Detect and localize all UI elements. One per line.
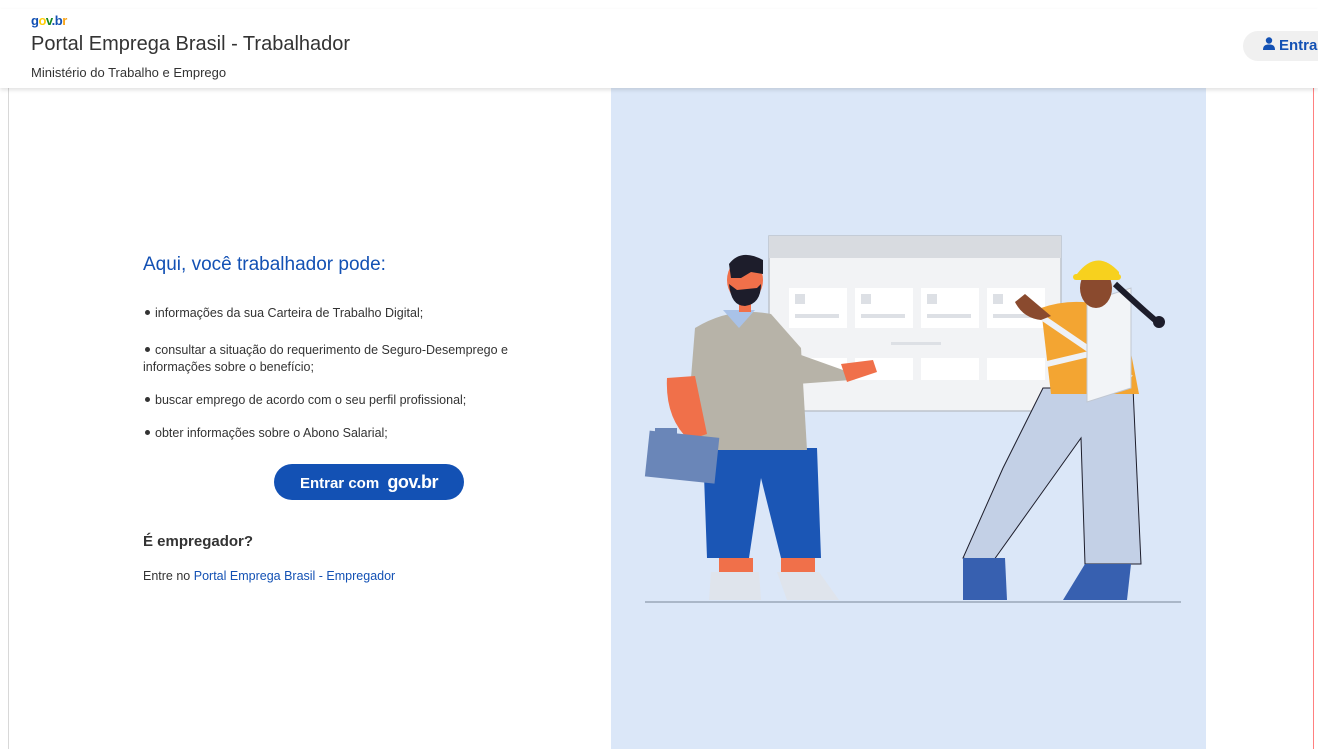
page-title: Portal Emprega Brasil - Trabalhador: [31, 33, 351, 55]
govbr-logo[interactable]: gov.br: [31, 13, 67, 28]
employer-portal-link[interactable]: Portal Emprega Brasil - Empregador: [194, 569, 395, 583]
list-item: obter informações sobre o Abono Salarial…: [143, 426, 563, 440]
right-edge: [1313, 9, 1314, 749]
bullet-icon: [145, 430, 150, 436]
login-label: Entra: [1279, 37, 1318, 54]
bullet-icon: [145, 310, 150, 316]
user-icon: [1263, 31, 1275, 61]
left-divider: [8, 88, 9, 749]
section-heading: Aqui, você trabalhador pode:: [143, 254, 386, 275]
ministry-subtitle: Ministério do Trabalho e Emprego: [31, 65, 227, 80]
govbr-brand: gov.br: [387, 472, 439, 492]
enter-govbr-button[interactable]: Entrar com gov.br: [274, 464, 464, 500]
bullet-icon: [145, 397, 150, 403]
list-item: consultar a situação do requerimento de …: [143, 343, 508, 374]
list-item: buscar emprego de acordo com o seu perfi…: [143, 393, 563, 407]
employer-line: Entre no Portal Emprega Brasil - Emprega…: [143, 569, 396, 583]
bullet-icon: [145, 347, 150, 353]
site-header: gov.br Portal Emprega Brasil - Trabalhad…: [0, 9, 1318, 88]
list-item: informações da sua Carteira de Trabalho …: [143, 306, 563, 320]
login-button[interactable]: Entra: [1243, 31, 1318, 61]
employer-question: É empregador?: [143, 533, 254, 550]
hero-illustration: [611, 88, 1206, 749]
workers-illustration: [644, 235, 1181, 603]
